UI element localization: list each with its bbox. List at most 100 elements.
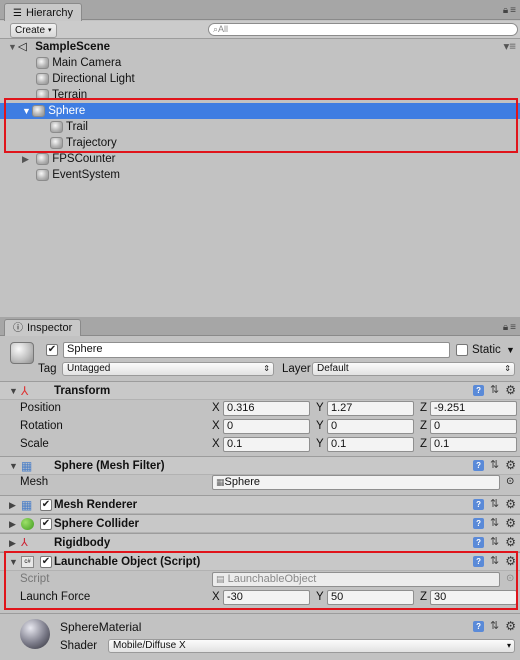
position-z-field[interactable]: -9.251	[430, 401, 517, 416]
gear-icon[interactable]: ⚙	[505, 517, 516, 529]
lock-icon[interactable]: 🔒︎	[503, 5, 508, 16]
unity-scene-icon: ◁	[18, 41, 27, 53]
rotation-x-field[interactable]: 0	[223, 419, 310, 434]
object-name-field[interactable]: Sphere	[63, 342, 450, 358]
rigidbody-header[interactable]: ▶ ⅄ Rigidbody ? ⇅ ⚙	[0, 533, 520, 552]
hierarchy-item[interactable]: ▶ FPSCounter	[0, 151, 520, 167]
gear-icon[interactable]: ⚙	[505, 536, 516, 548]
axis-label: Y	[316, 402, 324, 414]
gameobject-icon	[36, 152, 49, 165]
axis-label: Z	[420, 438, 428, 450]
sphere-collider-checkbox[interactable]: ✔	[40, 518, 52, 530]
gameobject-large-icon	[10, 342, 34, 364]
tab-inspector[interactable]: ⓘ Inspector	[4, 319, 82, 336]
highlight-box	[4, 551, 518, 610]
mesh-renderer-header[interactable]: ▶ ▦ ✔ Mesh Renderer ? ⇅ ⚙	[0, 495, 520, 514]
position-y-field[interactable]: 1.27	[327, 401, 414, 416]
mesh-label: Mesh	[20, 476, 49, 488]
sphere-collider-header[interactable]: ▶ ✔ Sphere Collider ? ⇅ ⚙	[0, 514, 520, 533]
highlight-box	[4, 98, 518, 153]
hierarchy-item[interactable]: Directional Light	[0, 71, 520, 87]
menu-icon[interactable]: ≡	[510, 322, 516, 333]
mesh-icon: ▦	[216, 477, 225, 487]
create-button[interactable]: Create ▾	[10, 23, 57, 38]
search-input[interactable]: ⌕All	[208, 23, 518, 36]
tag-label: Tag	[38, 363, 57, 375]
gear-icon[interactable]: ⚙	[505, 498, 516, 510]
gear-icon[interactable]: ⚙	[505, 459, 516, 471]
axis-label: X	[212, 402, 220, 414]
preset-icon[interactable]: ⇅	[490, 517, 499, 529]
scale-z-field[interactable]: 0.1	[430, 437, 517, 452]
mesh-filter-header[interactable]: ▼ ▦ Sphere (Mesh Filter) ? ⇅ ⚙	[0, 456, 520, 475]
position-x-field[interactable]: 0.316	[223, 401, 310, 416]
dropdown-arrow-icon: ▾	[506, 641, 511, 650]
help-icon[interactable]: ?	[473, 498, 485, 510]
preset-icon[interactable]: ⇅	[490, 498, 499, 510]
gear-icon[interactable]: ⚙	[505, 620, 516, 632]
updown-arrow-icon: ⇕	[263, 364, 270, 373]
info-icon: ⓘ	[13, 322, 23, 334]
expand-down-icon[interactable]: ▼	[9, 386, 18, 396]
help-icon[interactable]: ?	[473, 517, 485, 529]
help-icon[interactable]: ?	[473, 620, 485, 632]
expand-down-icon[interactable]: ▼	[9, 461, 18, 471]
expand-right-icon[interactable]: ▶	[22, 151, 32, 167]
axis-label: X	[212, 438, 220, 450]
preset-icon[interactable]: ⇅	[490, 536, 499, 548]
axis-label: Z	[420, 420, 428, 432]
expand-down-icon[interactable]: ▼	[8, 39, 18, 55]
scale-label: Scale	[20, 438, 49, 450]
rotation-label: Rotation	[20, 420, 63, 432]
static-label: Static	[472, 344, 501, 356]
help-icon[interactable]: ?	[473, 536, 485, 548]
scene-root[interactable]: ▼◁ SampleScene ▾≡	[0, 39, 520, 55]
gameobject-icon	[36, 72, 49, 85]
shader-label: Shader	[60, 640, 98, 652]
menu-icon[interactable]: ≡	[510, 5, 516, 16]
preset-icon[interactable]: ⇅	[490, 620, 499, 632]
tag-dropdown[interactable]: Untagged ⇕	[62, 362, 274, 376]
static-checkbox[interactable]	[456, 344, 468, 356]
preset-icon[interactable]: ⇅	[490, 384, 499, 396]
axis-label: X	[212, 420, 220, 432]
scene-menu-icon[interactable]: ▾≡	[504, 39, 516, 55]
object-picker-icon[interactable]: ⊙	[506, 474, 514, 490]
shader-dropdown[interactable]: Mobile/Diffuse X ▾	[108, 639, 515, 653]
active-checkbox[interactable]: ✔	[46, 344, 58, 356]
material-tools: ? ⇅ ⚙	[473, 620, 516, 632]
mesh-renderer-icon: ▦	[21, 498, 33, 512]
lock-icon[interactable]: 🔒︎	[503, 322, 508, 333]
dropdown-arrow-icon: ▾	[48, 27, 52, 34]
sphere-collider-icon	[21, 518, 34, 530]
position-label: Position	[20, 402, 61, 414]
expand-right-icon[interactable]: ▶	[9, 538, 16, 549]
updown-arrow-icon: ⇕	[504, 364, 511, 373]
static-dropdown-icon[interactable]: ▼	[506, 342, 515, 358]
tab-hierarchy[interactable]: ☰ Hierarchy	[4, 3, 83, 22]
hierarchy-toolbar: Create ▾ ⌕All	[0, 21, 520, 39]
material-preview-sphere	[20, 619, 50, 649]
help-icon[interactable]: ?	[473, 459, 485, 471]
transform-axes-icon: ⅄	[21, 384, 29, 398]
scale-y-field[interactable]: 0.1	[327, 437, 414, 452]
rotation-z-field[interactable]: 0	[430, 419, 517, 434]
layer-label: Layer	[282, 363, 311, 375]
expand-right-icon[interactable]: ▶	[9, 519, 16, 530]
help-icon[interactable]: ?	[473, 384, 485, 396]
mesh-field[interactable]: ▦Sphere	[212, 475, 500, 490]
expand-right-icon[interactable]: ▶	[9, 500, 16, 511]
transform-header[interactable]: ▼ ⅄ Transform ? ⇅ ⚙	[0, 381, 520, 400]
hierarchy-item[interactable]: EventSystem	[0, 167, 520, 183]
hierarchy-item[interactable]: Main Camera	[0, 55, 520, 71]
mesh-renderer-checkbox[interactable]: ✔	[40, 499, 52, 511]
gameobject-icon	[36, 56, 49, 69]
list-icon: ☰	[13, 7, 22, 19]
gameobject-icon	[36, 168, 49, 181]
rotation-y-field[interactable]: 0	[327, 419, 414, 434]
axis-label: Z	[420, 402, 428, 414]
gear-icon[interactable]: ⚙	[505, 384, 516, 396]
scale-x-field[interactable]: 0.1	[223, 437, 310, 452]
layer-dropdown[interactable]: Default ⇕	[312, 362, 515, 376]
preset-icon[interactable]: ⇅	[490, 459, 499, 471]
